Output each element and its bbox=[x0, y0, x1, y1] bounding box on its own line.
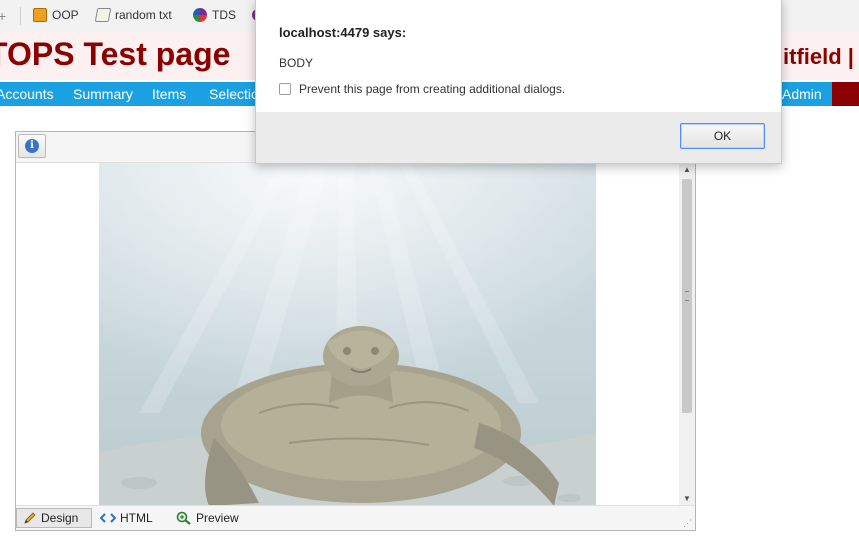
add-bookmark-icon[interactable]: + bbox=[0, 8, 6, 24]
sea-turtle-photo bbox=[99, 163, 596, 506]
user-name[interactable]: itfield | bbox=[783, 44, 854, 70]
preview-mode-label: Preview bbox=[196, 511, 239, 525]
info-icon: i bbox=[25, 139, 39, 153]
scroll-up-arrow-icon[interactable]: ▲ bbox=[679, 163, 695, 177]
prevent-dialogs-label: Prevent this page from creating addition… bbox=[299, 82, 566, 96]
design-mode-tab[interactable]: Design bbox=[16, 508, 92, 528]
html-mode-label: HTML bbox=[120, 511, 153, 525]
page-title: TOPS Test page bbox=[0, 36, 231, 72]
ok-button[interactable]: OK bbox=[680, 123, 765, 149]
bookmarks-divider bbox=[20, 7, 21, 25]
bookmark-label: random txt bbox=[115, 8, 172, 22]
document-icon bbox=[94, 8, 112, 22]
dialog-footer: OK bbox=[256, 112, 781, 163]
prevent-dialogs-checkbox[interactable] bbox=[279, 83, 291, 95]
nav-end-block bbox=[832, 82, 859, 106]
preview-mode-tab[interactable]: Preview bbox=[170, 508, 245, 528]
prevent-dialogs-option[interactable]: Prevent this page from creating addition… bbox=[279, 82, 565, 96]
resize-grip-icon[interactable]: ⋰ bbox=[683, 518, 693, 528]
bookmark-label: OOP bbox=[52, 8, 79, 22]
bookmark-label: TDS bbox=[212, 8, 236, 22]
editor-content[interactable] bbox=[16, 163, 679, 506]
dialog-title: localhost:4479 says: bbox=[279, 25, 407, 40]
bookmark-oop[interactable]: OOP bbox=[33, 8, 79, 22]
editor-vertical-scrollbar[interactable]: ▲ ▼ bbox=[679, 163, 695, 506]
design-mode-label: Design bbox=[41, 511, 79, 525]
pencil-icon bbox=[24, 512, 36, 524]
scrollbar-thumb[interactable] bbox=[682, 179, 692, 413]
bookmark-random-txt[interactable]: random txt bbox=[94, 8, 172, 22]
bookmark-tds[interactable]: TDS bbox=[193, 8, 236, 22]
user-link-fragment[interactable]: | bbox=[848, 44, 854, 69]
colorful-circle-icon bbox=[193, 8, 207, 22]
gear-folder-icon bbox=[33, 8, 47, 22]
html-mode-tab[interactable]: HTML bbox=[94, 508, 159, 528]
magnifier-icon bbox=[176, 511, 191, 525]
scrollbar-grip-icon bbox=[685, 291, 689, 301]
alert-dialog: localhost:4479 says: BODY Prevent this p… bbox=[255, 0, 782, 164]
nav-item-summary[interactable]: Summary bbox=[73, 86, 133, 102]
editor-mode-bar: Design HTML Preview ⋰ bbox=[16, 505, 695, 530]
dialog-message: BODY bbox=[279, 56, 314, 70]
code-brackets-icon bbox=[100, 513, 116, 523]
nav-item-accounts[interactable]: Accounts bbox=[0, 86, 54, 102]
nav-item-items[interactable]: Items bbox=[152, 86, 186, 102]
user-name-text: itfield bbox=[783, 44, 842, 69]
info-button[interactable]: i bbox=[18, 134, 46, 158]
nav-item-admin[interactable]: Admin bbox=[782, 86, 822, 102]
scroll-down-arrow-icon[interactable]: ▼ bbox=[679, 492, 695, 506]
rich-text-editor: i ▲ ▼ Design HTML Preview ⋰ bbox=[15, 131, 696, 531]
